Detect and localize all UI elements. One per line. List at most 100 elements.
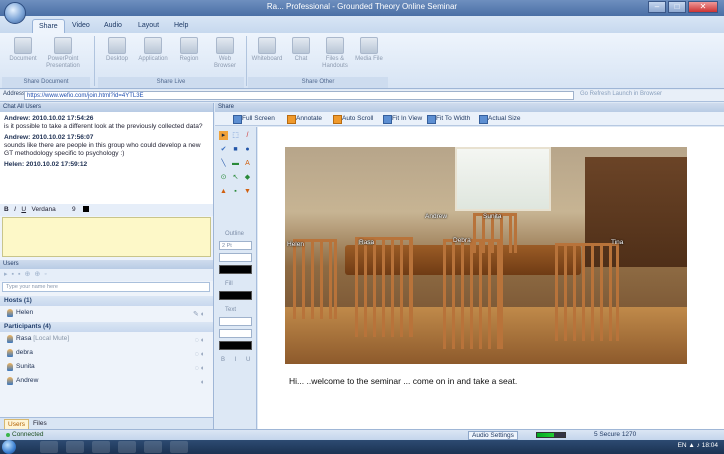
taskbar-app-icon[interactable] <box>92 441 110 453</box>
tab-audio[interactable]: Audio <box>98 19 128 33</box>
user-name: Sunita <box>16 363 35 370</box>
share-chat-button[interactable]: Chat <box>284 37 318 63</box>
bold-button[interactable]: B <box>4 206 9 213</box>
text-size-select[interactable] <box>219 329 252 338</box>
shared-room-photo: Helen Rasa Debra Andrew Sunita Tina <box>285 147 687 364</box>
share-web-browser-button[interactable]: Web Browser <box>208 37 242 70</box>
users-header: Users <box>0 260 213 269</box>
marker-tool-icon[interactable]: ▲ <box>219 187 228 196</box>
share-region-button[interactable]: Region <box>172 37 206 63</box>
audio-settings-button[interactable]: Audio Settings <box>468 431 518 440</box>
share-application-button[interactable]: Application <box>136 37 170 63</box>
user-row-rasa[interactable]: Rasa [Local Mute] ◌ ◐ <box>0 333 213 345</box>
share-whiteboard-button[interactable]: Whiteboard <box>250 37 284 63</box>
user-search-input[interactable]: Type your name here <box>2 282 210 292</box>
chat-log: Andrew: 2010.10.02 17:54:26 is it possib… <box>0 112 213 204</box>
text-label: Text <box>225 307 237 313</box>
chat-message-author: Andrew: 2010.10.02 17:56:07 <box>4 134 94 141</box>
fill-color-swatch[interactable] <box>219 291 252 300</box>
chat-message-author: Andrew: 2010.10.02 17:54:26 <box>4 115 94 122</box>
eraser-tool-icon[interactable]: ▪ <box>231 187 240 196</box>
user-name: Rasa <box>16 335 32 342</box>
chat-message-text: sounds like there are people in this gro… <box>4 142 201 157</box>
fit-in-view-button[interactable]: Fit In View <box>383 112 422 125</box>
photo-chair <box>443 239 503 349</box>
address-controls[interactable]: Go Refresh Launch in Browser <box>580 91 662 97</box>
system-tray[interactable]: EN ▲ ♪ 18:04 <box>678 442 718 449</box>
taskbar-app-icon[interactable] <box>66 441 84 453</box>
address-input[interactable]: https://www.wefio.com/join.html?id=4YTL3… <box>24 91 574 100</box>
highlight-tool-icon[interactable]: ▬ <box>231 159 240 168</box>
user-icon <box>7 363 13 371</box>
text-style-buttons[interactable]: B I U <box>221 357 254 363</box>
font-select[interactable]: Verdana <box>31 206 55 213</box>
stamp-tool-icon[interactable]: ⊙ <box>219 173 228 182</box>
application-icon <box>144 37 162 54</box>
auto-scroll-button[interactable]: Auto Scroll <box>333 112 373 125</box>
photo-chair <box>355 237 413 337</box>
taskbar-app-icon[interactable] <box>170 441 188 453</box>
tab-layout[interactable]: Layout <box>132 19 165 33</box>
line-style-select[interactable] <box>219 253 252 262</box>
chat-input[interactable] <box>2 217 211 257</box>
close-button[interactable]: ✕ <box>688 1 718 13</box>
rectangle-tool-icon[interactable]: ■ <box>231 145 240 154</box>
tab-files[interactable]: Files <box>30 419 50 429</box>
outline-color-swatch[interactable] <box>219 265 252 274</box>
user-icon <box>7 349 13 357</box>
text-color-icon[interactable] <box>83 206 90 213</box>
tab-help[interactable]: Help <box>168 19 194 33</box>
text-font-select[interactable] <box>219 317 252 326</box>
share-media-button[interactable]: Media File <box>352 37 386 63</box>
font-size-select[interactable]: 9 <box>72 206 76 213</box>
user-action-icon[interactable]: ▸▪▪⊕⊕◦ <box>4 271 51 278</box>
user-row-sunita[interactable]: Sunita ◌ ◐ <box>0 361 213 373</box>
participants-group[interactable]: Participants (4) <box>0 322 213 332</box>
tab-video[interactable]: Video <box>66 19 96 33</box>
ribbon: Document PowerPoint Presentation Share D… <box>0 33 724 89</box>
app-menu-button[interactable] <box>4 2 26 24</box>
line-tool-icon[interactable]: ╲ <box>219 159 228 168</box>
full-screen-button[interactable]: Full Screen <box>233 112 275 125</box>
start-button[interactable] <box>2 440 16 454</box>
shape-tool-icon[interactable]: ◆ <box>243 173 252 182</box>
share-files-button[interactable]: Files & Handouts <box>318 37 352 70</box>
actual-size-button[interactable]: Actual Size <box>479 112 521 125</box>
pointer-tool-icon[interactable]: ▸ <box>219 131 228 140</box>
text-color-swatch[interactable] <box>219 341 252 350</box>
user-row-helen[interactable]: Helen ✎ ◐ <box>0 307 213 319</box>
annotate-button[interactable]: Annotate <box>287 112 322 125</box>
hosts-group[interactable]: Hosts (1) <box>0 296 213 306</box>
text-tool-icon[interactable]: A <box>243 159 252 168</box>
taskbar-app-icon[interactable] <box>118 441 136 453</box>
minimize-button[interactable]: – <box>648 1 666 13</box>
presentation-icon <box>54 37 72 54</box>
cursor-tool-icon[interactable]: ▼ <box>243 187 252 196</box>
select-tool-icon[interactable]: ⬚ <box>231 131 240 140</box>
tab-share[interactable]: Share <box>32 19 65 33</box>
arrow-tool-icon[interactable]: ↖ <box>231 173 240 182</box>
underline-button[interactable]: U <box>21 206 26 213</box>
share-toolbar: Full Screen Annotate Auto Scroll Fit In … <box>215 112 724 126</box>
ellipse-tool-icon[interactable]: ● <box>243 145 252 154</box>
audio-level-meter <box>536 432 566 438</box>
user-row-debra[interactable]: debra ◌ ◐ <box>0 347 213 359</box>
ribbon-group-other: Share Other <box>248 77 388 88</box>
pen-tool-icon[interactable]: / <box>243 131 252 140</box>
maximize-button[interactable]: □ <box>668 1 686 13</box>
share-desktop-button[interactable]: Desktop <box>100 37 134 63</box>
chat-message-author: Helen: 2010.10.02 17:59:12 <box>4 161 88 168</box>
share-powerpoint-button[interactable]: PowerPoint Presentation <box>46 37 80 70</box>
check-tool-icon[interactable]: ✔ <box>219 145 228 154</box>
line-width-select[interactable]: 2 Pt <box>219 241 252 250</box>
photo-label-andrew: Andrew <box>425 213 448 220</box>
taskbar-app-icon[interactable] <box>40 441 58 453</box>
italic-button[interactable]: I <box>14 206 16 213</box>
user-row-andrew[interactable]: Andrew ◐ <box>0 375 213 387</box>
user-note: [Local Mute] <box>33 335 70 342</box>
share-document-button[interactable]: Document <box>6 37 40 63</box>
fit-to-width-button[interactable]: Fit To Width <box>427 112 470 125</box>
taskbar-app-icon[interactable] <box>144 441 162 453</box>
audio-status-icon: ◌ ◐ <box>194 337 205 344</box>
ribbon-divider <box>246 36 247 86</box>
